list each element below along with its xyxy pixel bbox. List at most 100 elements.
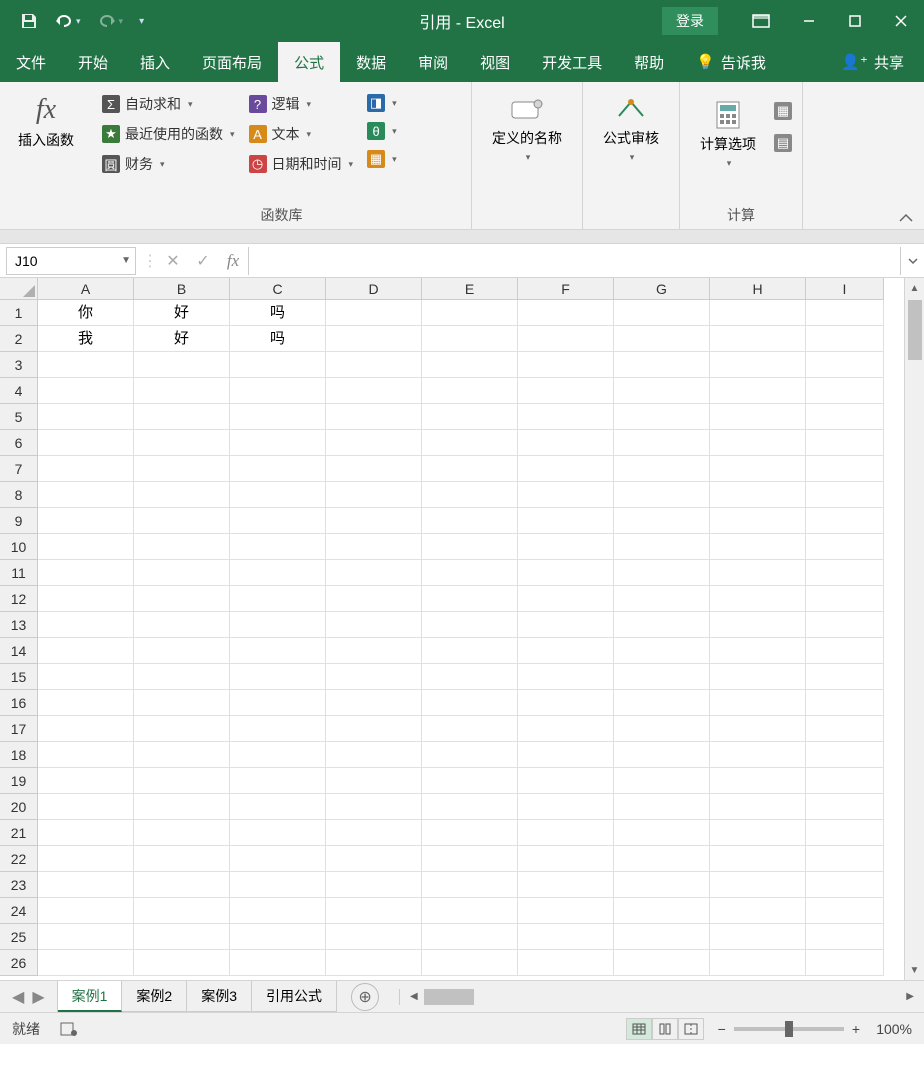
- row-header-8[interactable]: 8: [0, 482, 38, 508]
- cell-E24[interactable]: [422, 898, 518, 924]
- undo-button[interactable]: ▾: [46, 7, 89, 35]
- cell-G2[interactable]: [614, 326, 710, 352]
- cell-E1[interactable]: [422, 300, 518, 326]
- cell-F4[interactable]: [518, 378, 614, 404]
- cell-A7[interactable]: [38, 456, 134, 482]
- cell-A16[interactable]: [38, 690, 134, 716]
- math-button[interactable]: θ▾: [365, 120, 399, 142]
- cell-F13[interactable]: [518, 612, 614, 638]
- cell-G11[interactable]: [614, 560, 710, 586]
- cell-D9[interactable]: [326, 508, 422, 534]
- insert-function-button[interactable]: fx 插入函数: [8, 88, 84, 150]
- row-header-7[interactable]: 7: [0, 456, 38, 482]
- financial-button[interactable]: 圓财务▾: [100, 152, 237, 176]
- column-header-D[interactable]: D: [326, 278, 422, 300]
- cell-H10[interactable]: [710, 534, 806, 560]
- cell-C14[interactable]: [230, 638, 326, 664]
- cell-I19[interactable]: [806, 768, 884, 794]
- cell-E26[interactable]: [422, 950, 518, 976]
- cell-C17[interactable]: [230, 716, 326, 742]
- row-header-9[interactable]: 9: [0, 508, 38, 534]
- cell-B6[interactable]: [134, 430, 230, 456]
- cell-I13[interactable]: [806, 612, 884, 638]
- cell-E23[interactable]: [422, 872, 518, 898]
- scroll-left-button[interactable]: ◀: [404, 991, 424, 1002]
- cell-D16[interactable]: [326, 690, 422, 716]
- row-header-11[interactable]: 11: [0, 560, 38, 586]
- cell-F2[interactable]: [518, 326, 614, 352]
- cell-D1[interactable]: [326, 300, 422, 326]
- cell-H18[interactable]: [710, 742, 806, 768]
- cell-E21[interactable]: [422, 820, 518, 846]
- cell-H11[interactable]: [710, 560, 806, 586]
- cell-E9[interactable]: [422, 508, 518, 534]
- cell-D14[interactable]: [326, 638, 422, 664]
- cell-G13[interactable]: [614, 612, 710, 638]
- cell-C20[interactable]: [230, 794, 326, 820]
- datetime-button[interactable]: ◷日期和时间▾: [247, 152, 356, 176]
- cell-I9[interactable]: [806, 508, 884, 534]
- cell-H6[interactable]: [710, 430, 806, 456]
- cell-H5[interactable]: [710, 404, 806, 430]
- cell-F15[interactable]: [518, 664, 614, 690]
- column-header-C[interactable]: C: [230, 278, 326, 300]
- cell-B1[interactable]: 好: [134, 300, 230, 326]
- cell-A14[interactable]: [38, 638, 134, 664]
- cell-H3[interactable]: [710, 352, 806, 378]
- column-header-F[interactable]: F: [518, 278, 614, 300]
- share-button[interactable]: 👤⁺ 共享: [825, 42, 924, 82]
- cell-I24[interactable]: [806, 898, 884, 924]
- cell-A26[interactable]: [38, 950, 134, 976]
- formula-input[interactable]: [248, 247, 900, 275]
- cell-E10[interactable]: [422, 534, 518, 560]
- zoom-slider[interactable]: [734, 1027, 844, 1031]
- cell-C2[interactable]: 吗: [230, 326, 326, 352]
- cell-H22[interactable]: [710, 846, 806, 872]
- cell-F9[interactable]: [518, 508, 614, 534]
- cell-I11[interactable]: [806, 560, 884, 586]
- cell-H13[interactable]: [710, 612, 806, 638]
- cell-F18[interactable]: [518, 742, 614, 768]
- cell-B2[interactable]: 好: [134, 326, 230, 352]
- column-header-A[interactable]: A: [38, 278, 134, 300]
- cell-H17[interactable]: [710, 716, 806, 742]
- cell-C26[interactable]: [230, 950, 326, 976]
- cell-G8[interactable]: [614, 482, 710, 508]
- cell-E12[interactable]: [422, 586, 518, 612]
- calc-now-button[interactable]: ▦: [772, 100, 794, 122]
- cell-A1[interactable]: 你: [38, 300, 134, 326]
- cell-E14[interactable]: [422, 638, 518, 664]
- cell-B17[interactable]: [134, 716, 230, 742]
- cell-F24[interactable]: [518, 898, 614, 924]
- calc-sheet-button[interactable]: ▤: [772, 132, 794, 154]
- logical-button[interactable]: ?逻辑▾: [247, 92, 356, 116]
- cell-I22[interactable]: [806, 846, 884, 872]
- cell-F12[interactable]: [518, 586, 614, 612]
- confirm-formula-button[interactable]: ✓: [188, 251, 218, 271]
- cell-E3[interactable]: [422, 352, 518, 378]
- cell-D10[interactable]: [326, 534, 422, 560]
- cell-D12[interactable]: [326, 586, 422, 612]
- cell-F26[interactable]: [518, 950, 614, 976]
- cell-B4[interactable]: [134, 378, 230, 404]
- cell-G26[interactable]: [614, 950, 710, 976]
- cell-C7[interactable]: [230, 456, 326, 482]
- cell-B19[interactable]: [134, 768, 230, 794]
- zoom-in-button[interactable]: +: [852, 1021, 860, 1037]
- cell-D2[interactable]: [326, 326, 422, 352]
- cell-H16[interactable]: [710, 690, 806, 716]
- cell-D20[interactable]: [326, 794, 422, 820]
- cell-E19[interactable]: [422, 768, 518, 794]
- cell-G19[interactable]: [614, 768, 710, 794]
- view-page-layout-button[interactable]: [652, 1018, 678, 1040]
- row-header-16[interactable]: 16: [0, 690, 38, 716]
- column-header-E[interactable]: E: [422, 278, 518, 300]
- cell-A6[interactable]: [38, 430, 134, 456]
- cell-A22[interactable]: [38, 846, 134, 872]
- cell-G17[interactable]: [614, 716, 710, 742]
- cell-C6[interactable]: [230, 430, 326, 456]
- cell-I14[interactable]: [806, 638, 884, 664]
- cell-D15[interactable]: [326, 664, 422, 690]
- cell-C5[interactable]: [230, 404, 326, 430]
- cell-F6[interactable]: [518, 430, 614, 456]
